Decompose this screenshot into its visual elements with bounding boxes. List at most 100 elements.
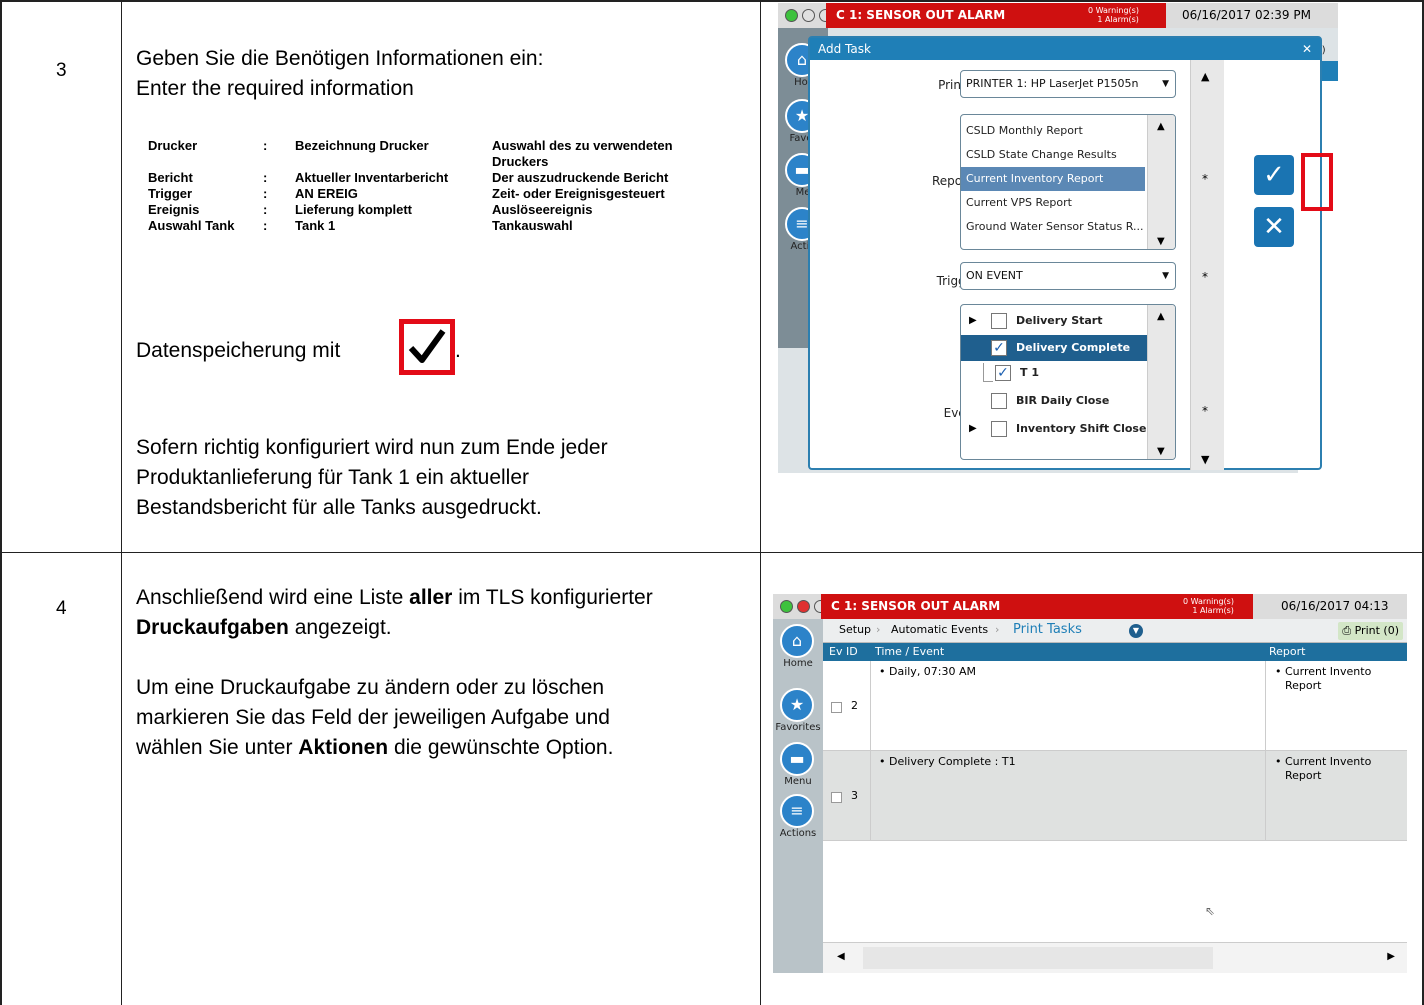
column-header[interactable]: Ev ID <box>829 643 858 661</box>
checkbox[interactable] <box>991 421 1007 437</box>
row-checkbox[interactable] <box>831 702 842 713</box>
chevron-right-icon: › <box>995 623 1000 636</box>
tree-connector <box>983 381 993 382</box>
list-item[interactable]: Ground Water Sensor Status R... <box>961 215 1145 239</box>
step-number: 4 <box>56 598 67 619</box>
scroll-up-icon[interactable]: ▲ <box>1157 311 1165 322</box>
list-item[interactable]: Current VPS Report <box>961 191 1145 215</box>
cancel-x-icon[interactable]: ✕ <box>1254 207 1294 247</box>
checkbox[interactable] <box>991 393 1007 409</box>
event-tree[interactable]: ▶ Delivery Start ✓ Delivery Complete ✓ T… <box>960 304 1176 460</box>
screenshot-add-task: C 1: SENSOR OUT ALARM 0 Warning(s) 1 Ala… <box>778 3 1338 473</box>
scroll-down-icon[interactable]: ▼ <box>1157 446 1165 457</box>
table-header: Ev ID Time / Event Report <box>823 643 1407 661</box>
table-border-col1 <box>121 0 122 1005</box>
menu-icon[interactable]: ▬ <box>780 742 814 776</box>
printer-select[interactable]: PRINTER 1: HP LaserJet P1505n ▼ <box>960 70 1176 98</box>
chevron-down-icon: ▼ <box>1162 271 1169 281</box>
text-bold: Aktionen <box>298 736 389 759</box>
breadcrumb: Setup › Automatic Events › Print Tasks ▼… <box>823 619 1407 643</box>
spec-field-desc: Zeit- oder Ereignisgesteuert <box>492 186 665 201</box>
row-report: • Current Invento <box>1275 665 1372 678</box>
print-button[interactable]: ⎙ Print (0) <box>1338 622 1403 640</box>
status-light-icon <box>797 600 810 613</box>
favorites-icon[interactable]: ★ <box>780 688 814 722</box>
text-segment: wählen Sie unter <box>136 736 299 759</box>
table-border-mid <box>0 552 1424 553</box>
spec-sep: : <box>263 170 268 185</box>
scroll-down-icon[interactable]: ▼ <box>1157 236 1165 247</box>
chevron-down-icon: ▼ <box>1162 79 1169 89</box>
breadcrumb-current[interactable]: Print Tasks <box>1013 622 1082 637</box>
column-header[interactable]: Report <box>1269 643 1305 661</box>
scroll-thumb[interactable] <box>863 947 1213 969</box>
trigger-select[interactable]: ON EVENT ▼ <box>960 262 1176 290</box>
table-border-col2 <box>760 0 761 1005</box>
text-bold: Druckaufgaben <box>136 616 289 639</box>
checkbox-checked[interactable]: ✓ <box>995 365 1011 381</box>
chevron-down-icon[interactable]: ▼ <box>1129 624 1143 638</box>
tree-connector <box>983 363 984 381</box>
header-datetime: 06/16/2017 02:39 PM <box>1182 8 1311 22</box>
screenshot-print-tasks: C 1: SENSOR OUT ALARM 0 Warning(s) 1 Ala… <box>773 594 1407 973</box>
tree-item[interactable]: Delivery Start <box>1011 309 1102 333</box>
save-period: . <box>455 339 461 362</box>
tree-item[interactable]: Delivery Complete <box>1011 336 1130 360</box>
reports-list[interactable]: CSLD Monthly Report CSLD State Change Re… <box>960 114 1176 250</box>
actions-icon[interactable]: ≡ <box>780 794 814 828</box>
printer-value: PRINTER 1: HP LaserJet P1505n <box>966 77 1139 90</box>
tree-item[interactable]: BIR Daily Close <box>1011 389 1109 413</box>
alarm-count: 1 Alarm(s) <box>1192 606 1234 615</box>
spec-field-desc: Tankauswahl <box>492 218 573 233</box>
table-row[interactable]: 3 • Delivery Complete : T1 • Current Inv… <box>823 751 1407 841</box>
expand-arrow-icon[interactable]: ▶ <box>969 423 977 434</box>
spec-field-desc: Der auszudruckende Bericht <box>492 170 669 185</box>
list-scrollbar[interactable]: ▲ ▼ <box>1147 115 1175 249</box>
table-row[interactable]: 2 • Daily, 07:30 AM • Current Invento Re… <box>823 661 1407 751</box>
scroll-left-icon[interactable]: ◀ <box>837 951 845 962</box>
dialog-title: Add Task <box>818 42 871 56</box>
breadcrumb-item[interactable]: Setup <box>839 623 871 636</box>
tree-item[interactable]: Inventory Shift Close <box>1011 417 1146 441</box>
row-event: • Delivery Complete : T1 <box>879 755 1016 768</box>
trigger-value: ON EVENT <box>966 269 1023 282</box>
mouse-cursor-icon: ⇖ <box>1205 904 1216 918</box>
scroll-right-icon[interactable]: ▶ <box>1387 951 1395 962</box>
row-event: • Daily, 07:30 AM <box>879 665 977 678</box>
close-icon[interactable]: ✕ <box>1302 38 1312 60</box>
expand-arrow-icon[interactable]: ▶ <box>969 315 977 326</box>
cell-divider <box>1265 661 1266 751</box>
scroll-up-icon[interactable]: ▲ <box>1157 121 1165 132</box>
alarm-banner[interactable]: C 1: SENSOR OUT ALARM 0 Warning(s) 1 Ala… <box>821 594 1253 619</box>
spec-field-name: Ereignis <box>148 202 200 217</box>
horizontal-scrollbar[interactable]: ◀ ▶ <box>823 942 1407 973</box>
spec-field-name: Auswahl Tank <box>148 218 235 233</box>
spec-field-desc: Druckers <box>492 154 549 169</box>
home-icon[interactable]: ⌂ <box>780 624 814 658</box>
warning-count: 0 Warning(s) <box>1183 597 1234 606</box>
list-item[interactable]: CSLD State Change Results <box>961 143 1145 167</box>
row-checkbox[interactable] <box>831 792 842 803</box>
save-instruction: Datenspeicherung mit <box>136 339 341 362</box>
tree-scrollbar[interactable]: ▲ ▼ <box>1147 305 1175 459</box>
tree-item[interactable]: T 1 <box>1015 361 1039 385</box>
spec-field-value: AN EREIG <box>295 186 358 201</box>
table-border-top <box>0 0 1424 2</box>
list-item[interactable]: CSLD Monthly Report <box>961 119 1145 143</box>
text-bold: aller <box>409 586 453 609</box>
breadcrumb-item[interactable]: Automatic Events <box>891 623 988 636</box>
confirm-check-icon[interactable]: ✓ <box>1254 155 1294 195</box>
row-report-cont: Report <box>1285 679 1322 692</box>
scroll-up-icon[interactable]: ▲ <box>1201 70 1209 83</box>
checkbox[interactable] <box>991 313 1007 329</box>
chevron-right-icon: › <box>876 623 881 636</box>
alarm-text: C 1: SENSOR OUT ALARM <box>831 599 1001 613</box>
list-item-selected[interactable]: Current Inventory Report <box>961 167 1145 191</box>
checkbox-checked[interactable]: ✓ <box>991 340 1007 356</box>
column-header[interactable]: Time / Event <box>875 643 944 661</box>
scroll-down-icon[interactable]: ▼ <box>1201 453 1209 466</box>
alarm-banner[interactable]: C 1: SENSOR OUT ALARM 0 Warning(s) 1 Ala… <box>826 3 1166 28</box>
step4-line-1: Anschließend wird eine Liste aller im TL… <box>136 583 653 613</box>
spec-field-value: Aktueller Inventarbericht <box>295 170 449 185</box>
spec-sep: : <box>263 202 268 217</box>
